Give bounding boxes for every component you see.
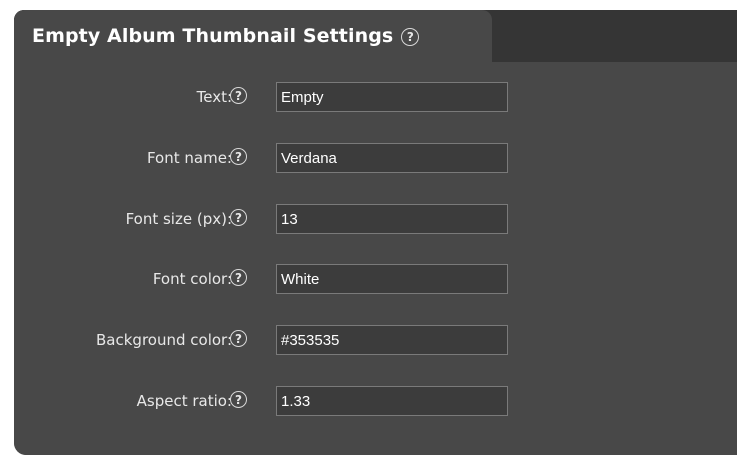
settings-form: Text: ? Font name: ? Font size (px): ? F… <box>14 62 737 455</box>
title-help-icon[interactable]: ? <box>401 28 420 46</box>
field-row-aspect-ratio: Aspect ratio: ? <box>14 386 737 416</box>
field-label-background-color: Background color: <box>96 331 232 349</box>
field-label-aspect-ratio: Aspect ratio: <box>136 392 232 410</box>
font-name-input[interactable] <box>276 143 508 173</box>
field-row-font-name: Font name: ? <box>14 143 737 173</box>
font-size-input[interactable] <box>276 204 508 234</box>
aspect-ratio-help-icon[interactable]: ? <box>230 391 247 408</box>
field-row-font-size: Font size (px): ? <box>14 204 737 234</box>
font-size-help-icon[interactable]: ? <box>230 209 247 226</box>
aspect-ratio-input[interactable] <box>276 386 508 416</box>
settings-panel: Empty Album Thumbnail Settings ? Text: ?… <box>14 10 737 455</box>
field-label-text: Text: <box>196 88 232 106</box>
background-color-input[interactable] <box>276 325 508 355</box>
background-color-help-icon[interactable]: ? <box>230 330 247 347</box>
field-label-font-name: Font name: <box>146 149 232 167</box>
field-label-font-size: Font size (px): <box>125 210 232 228</box>
field-row-text: Text: ? <box>14 82 737 112</box>
text-help-icon[interactable]: ? <box>230 87 247 104</box>
panel-title: Empty Album Thumbnail Settings <box>32 25 394 47</box>
tab-strip: Empty Album Thumbnail Settings ? <box>14 10 737 62</box>
tab-empty-album-thumbnail-settings[interactable]: Empty Album Thumbnail Settings ? <box>14 10 492 62</box>
font-color-help-icon[interactable]: ? <box>230 269 247 286</box>
field-label-font-color: Font color: <box>152 270 232 288</box>
text-input[interactable] <box>276 82 508 112</box>
field-row-font-color: Font color: ? <box>14 264 737 294</box>
field-row-background-color: Background color: ? <box>14 325 737 355</box>
font-color-input[interactable] <box>276 264 508 294</box>
font-name-help-icon[interactable]: ? <box>230 148 247 165</box>
